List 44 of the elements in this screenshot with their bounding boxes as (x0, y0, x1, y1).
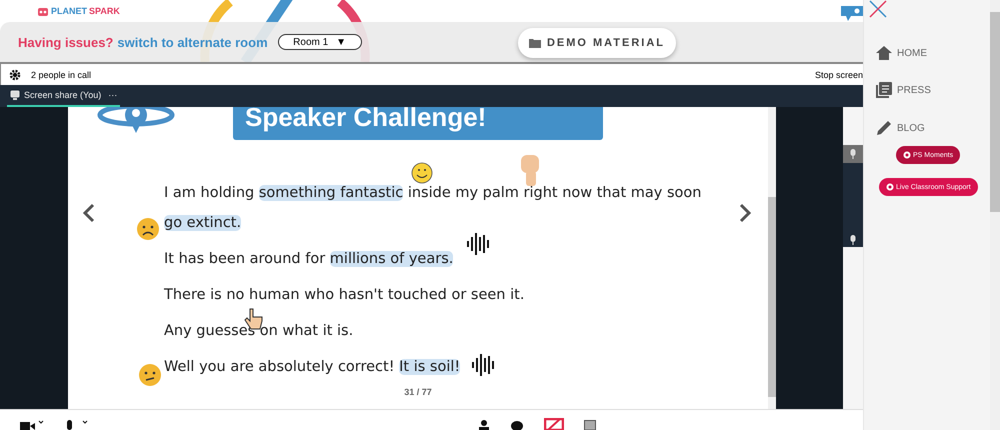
page-counter: 31 / 77 (403, 387, 433, 397)
home-icon (876, 46, 892, 60)
stop-screen-button[interactable]: Stop screen (814, 70, 863, 80)
sound-wave-icon (466, 231, 492, 257)
slide-text-line: It has been around for millions of years. (164, 250, 454, 269)
folder-icon (528, 38, 541, 48)
scrollbar[interactable] (990, 0, 1000, 430)
person-icon[interactable] (478, 420, 490, 430)
worried-face-icon (136, 217, 160, 241)
thinking-face-icon (138, 363, 162, 387)
room-select[interactable]: Room 1 ▼ (278, 34, 362, 50)
camera-icon[interactable] (20, 420, 44, 430)
screen-share-off-icon[interactable] (544, 418, 564, 430)
sound-wave-icon (471, 352, 497, 378)
slide-text-line: There is no human who hasn't touched or seen it. (164, 286, 524, 305)
scrollbar[interactable] (768, 107, 776, 409)
chat-icon[interactable] (510, 420, 524, 430)
settings-icon[interactable] (9, 68, 21, 80)
slide-text-line: Well you are absolutely correct! It is soil! (164, 358, 460, 377)
alert-text: Having issues? (18, 34, 114, 50)
nav-link[interactable]: HOME (876, 46, 927, 60)
participant-tile[interactable] (843, 163, 863, 247)
slide-title: Speaker Challenge! (233, 107, 603, 140)
microphone-icon[interactable] (64, 420, 88, 430)
newspaper-icon (876, 82, 892, 98)
microphone-icon (850, 149, 856, 159)
nav-link[interactable]: BLOG (876, 120, 925, 136)
record-icon (903, 151, 911, 159)
smiley-icon (411, 162, 433, 184)
demo-material-button[interactable]: DEMO MATERIAL (518, 28, 676, 58)
logo: PLANET SPARK (37, 5, 120, 17)
participant-tile[interactable] (843, 145, 863, 163)
close-icon[interactable] (869, 0, 887, 18)
nav-link[interactable]: PRESS (876, 82, 931, 98)
record-icon (886, 183, 894, 191)
tablet-icon[interactable] (584, 420, 596, 430)
fist-icon (518, 153, 542, 187)
slide-text-line: I am holding something fantastic inside my palm right now that may soon (164, 184, 702, 203)
pencil-icon (876, 120, 892, 136)
monitor-icon (10, 90, 20, 100)
slide-text-line: Any guesses on what it is. (164, 322, 354, 341)
microphone-icon (850, 235, 856, 245)
people-count: 2 people in call (31, 70, 92, 80)
slide-text-line: go extinct. (164, 214, 242, 233)
